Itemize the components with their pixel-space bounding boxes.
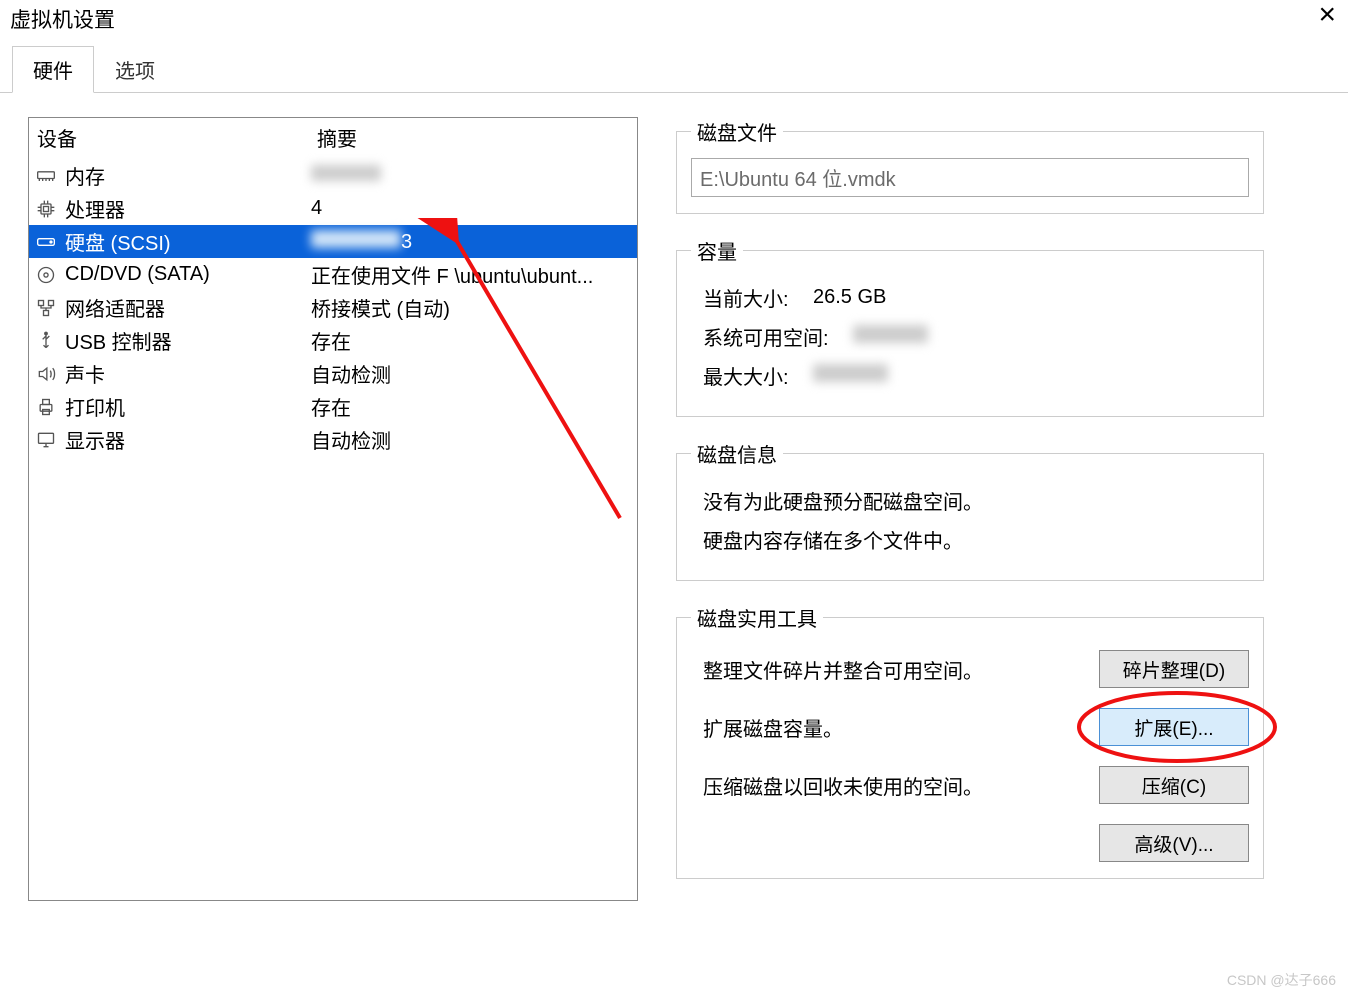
device-summary: 存在 bbox=[311, 326, 637, 355]
device-row-usb[interactable]: USB 控制器 存在 bbox=[29, 324, 637, 357]
window-title: 虚拟机设置 bbox=[10, 4, 115, 34]
device-summary: 正在使用文件 F \ubuntu\ubunt... bbox=[311, 260, 637, 289]
disk-file-legend: 磁盘文件 bbox=[691, 117, 783, 146]
device-label: USB 控制器 bbox=[65, 326, 311, 355]
device-row-network[interactable]: 网络适配器 桥接模式 (自动) bbox=[29, 291, 637, 324]
disk-icon bbox=[33, 231, 59, 253]
device-row-cpu[interactable]: 处理器 4 bbox=[29, 192, 637, 225]
compact-desc: 压缩磁盘以回收未使用的空间。 bbox=[703, 771, 983, 800]
sound-icon bbox=[33, 363, 59, 385]
device-summary: 存在 bbox=[311, 392, 637, 421]
device-row-memory[interactable]: 内存 bbox=[29, 159, 637, 192]
capacity-legend: 容量 bbox=[691, 236, 743, 265]
max-size-value bbox=[813, 364, 888, 388]
device-summary: 自动检测 bbox=[311, 359, 637, 388]
disk-file-group: 磁盘文件 E:\Ubuntu 64 位.vmdk bbox=[676, 117, 1264, 214]
device-summary: 自动检测 bbox=[311, 425, 637, 454]
printer-icon bbox=[33, 396, 59, 418]
network-icon bbox=[33, 297, 59, 319]
device-label: 处理器 bbox=[65, 194, 311, 223]
disk-utilities-legend: 磁盘实用工具 bbox=[691, 603, 823, 632]
device-summary: 桥接模式 (自动) bbox=[311, 293, 637, 322]
col-header-device: 设备 bbox=[37, 123, 317, 152]
device-row-display[interactable]: 显示器 自动检测 bbox=[29, 423, 637, 456]
device-table: 设备 摘要 内存 处理器 4 硬盘 bbox=[28, 117, 638, 901]
device-summary: 4 bbox=[311, 197, 637, 220]
device-row-sound[interactable]: 声卡 自动检测 bbox=[29, 357, 637, 390]
current-size-label: 当前大小: bbox=[703, 283, 813, 312]
tab-hardware[interactable]: 硬件 bbox=[12, 46, 94, 93]
device-summary bbox=[311, 164, 637, 187]
disk-info-legend: 磁盘信息 bbox=[691, 439, 783, 468]
memory-icon bbox=[33, 165, 59, 187]
capacity-group: 容量 当前大小: 26.5 GB 系统可用空间: 最大大小: bbox=[676, 236, 1264, 417]
cpu-icon bbox=[33, 198, 59, 220]
cd-icon bbox=[33, 264, 59, 286]
disk-info-group: 磁盘信息 没有为此硬盘预分配磁盘空间。 硬盘内容存储在多个文件中。 bbox=[676, 439, 1264, 581]
max-size-label: 最大大小: bbox=[703, 361, 813, 390]
advanced-button[interactable]: 高级(V)... bbox=[1099, 824, 1249, 862]
col-header-summary: 摘要 bbox=[317, 123, 637, 152]
compact-button[interactable]: 压缩(C) bbox=[1099, 766, 1249, 804]
sys-free-label: 系统可用空间: bbox=[703, 322, 853, 351]
device-label: 打印机 bbox=[65, 392, 311, 421]
disk-utilities-group: 磁盘实用工具 整理文件碎片并整合可用空间。 碎片整理(D) 扩展磁盘容量。 扩展… bbox=[676, 603, 1264, 879]
device-label: 内存 bbox=[65, 161, 311, 190]
expand-desc: 扩展磁盘容量。 bbox=[703, 713, 843, 742]
disk-info-line2: 硬盘内容存储在多个文件中。 bbox=[703, 525, 1249, 554]
sys-free-value bbox=[853, 325, 928, 349]
close-icon[interactable]: × bbox=[1314, 4, 1340, 26]
device-summary: 3 bbox=[311, 230, 637, 254]
device-label: CD/DVD (SATA) bbox=[65, 263, 311, 286]
usb-icon bbox=[33, 330, 59, 352]
device-label: 显示器 bbox=[65, 425, 311, 454]
defrag-desc: 整理文件碎片并整合可用空间。 bbox=[703, 655, 983, 684]
device-row-printer[interactable]: 打印机 存在 bbox=[29, 390, 637, 423]
expand-button[interactable]: 扩展(E)... bbox=[1099, 708, 1249, 746]
device-row-disk[interactable]: 硬盘 (SCSI) 3 bbox=[29, 225, 637, 258]
device-row-cddvd[interactable]: CD/DVD (SATA) 正在使用文件 F \ubuntu\ubunt... bbox=[29, 258, 637, 291]
disk-file-path[interactable]: E:\Ubuntu 64 位.vmdk bbox=[691, 158, 1249, 197]
tab-options[interactable]: 选项 bbox=[94, 46, 176, 93]
watermark: CSDN @达子666 bbox=[1227, 970, 1336, 990]
current-size-value: 26.5 GB bbox=[813, 286, 886, 309]
device-label: 声卡 bbox=[65, 359, 311, 388]
defrag-button[interactable]: 碎片整理(D) bbox=[1099, 650, 1249, 688]
device-label: 网络适配器 bbox=[65, 293, 311, 322]
disk-info-line1: 没有为此硬盘预分配磁盘空间。 bbox=[703, 486, 1249, 515]
display-icon bbox=[33, 429, 59, 451]
device-label: 硬盘 (SCSI) bbox=[65, 227, 311, 256]
